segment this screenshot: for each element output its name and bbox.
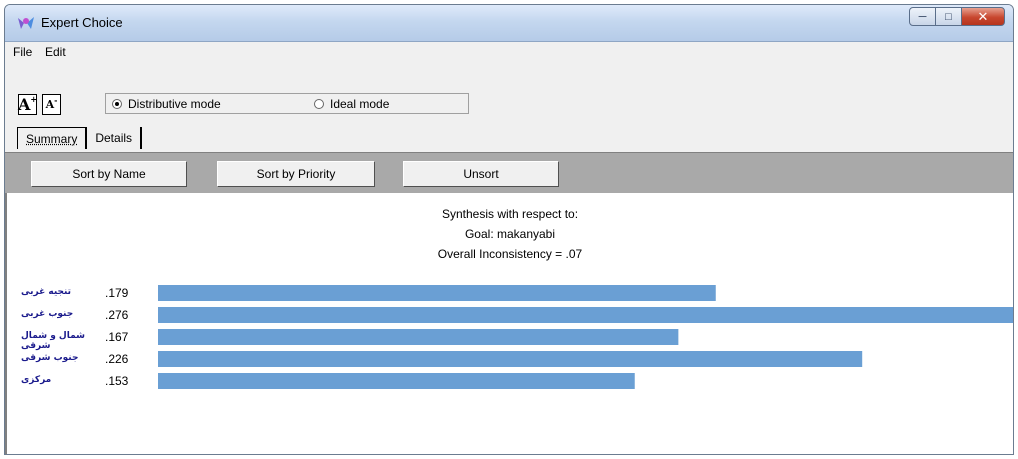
- window-controls: ─ □ ✕: [909, 7, 1005, 27]
- window-title: Expert Choice: [41, 15, 123, 30]
- maximize-button[interactable]: □: [935, 7, 962, 26]
- distributive-mode-radio[interactable]: Distributive mode: [112, 97, 221, 111]
- priority-bars-svg: [158, 285, 1013, 389]
- toolbar: A + A- Distributive mode Ideal mode: [5, 62, 1013, 128]
- increase-font-button[interactable]: A +: [18, 94, 37, 115]
- expert-choice-logo-icon: [18, 17, 34, 29]
- radio-selected-icon: [112, 99, 122, 109]
- menu-edit[interactable]: Edit: [45, 45, 66, 59]
- expert-choice-window: Expert Choice ─ □ ✕ File Edit A + A- Dist…: [4, 4, 1014, 455]
- unsort-button[interactable]: Unsort: [403, 161, 559, 187]
- mode-selector: Distributive mode Ideal mode: [105, 93, 469, 114]
- minimize-button[interactable]: ─: [909, 7, 936, 26]
- ideal-mode-radio[interactable]: Ideal mode: [314, 97, 389, 111]
- menu-file[interactable]: File: [13, 45, 32, 59]
- view-tabs: Summary Details: [17, 127, 143, 149]
- priority-bar: [158, 351, 863, 367]
- close-icon: ✕: [977, 8, 989, 24]
- priority-bar: [158, 373, 635, 389]
- sort-toolbar: Sort by Name Sort by Priority Unsort: [5, 152, 1013, 193]
- sort-by-name-button[interactable]: Sort by Name: [31, 161, 187, 187]
- priority-bar: [158, 307, 1013, 323]
- tab-summary[interactable]: Summary: [17, 127, 88, 149]
- synthesis-panel: Synthesis with respect to: Goal: makanya…: [5, 193, 1013, 454]
- tab-details[interactable]: Details: [87, 127, 143, 149]
- decrease-font-button[interactable]: A-: [42, 94, 61, 115]
- priority-bar: [158, 329, 679, 345]
- minimize-icon: ─: [918, 10, 927, 23]
- title-bar[interactable]: Expert Choice ─ □ ✕: [5, 5, 1013, 42]
- sort-by-priority-button[interactable]: Sort by Priority: [217, 161, 375, 187]
- distributive-mode-label: Distributive mode: [128, 97, 221, 111]
- radio-unselected-icon: [314, 99, 324, 109]
- ideal-mode-label: Ideal mode: [330, 97, 390, 111]
- priority-bar: [158, 285, 716, 301]
- close-button[interactable]: ✕: [961, 7, 1005, 26]
- menu-bar: File Edit: [5, 42, 1013, 63]
- maximize-icon: □: [945, 10, 952, 23]
